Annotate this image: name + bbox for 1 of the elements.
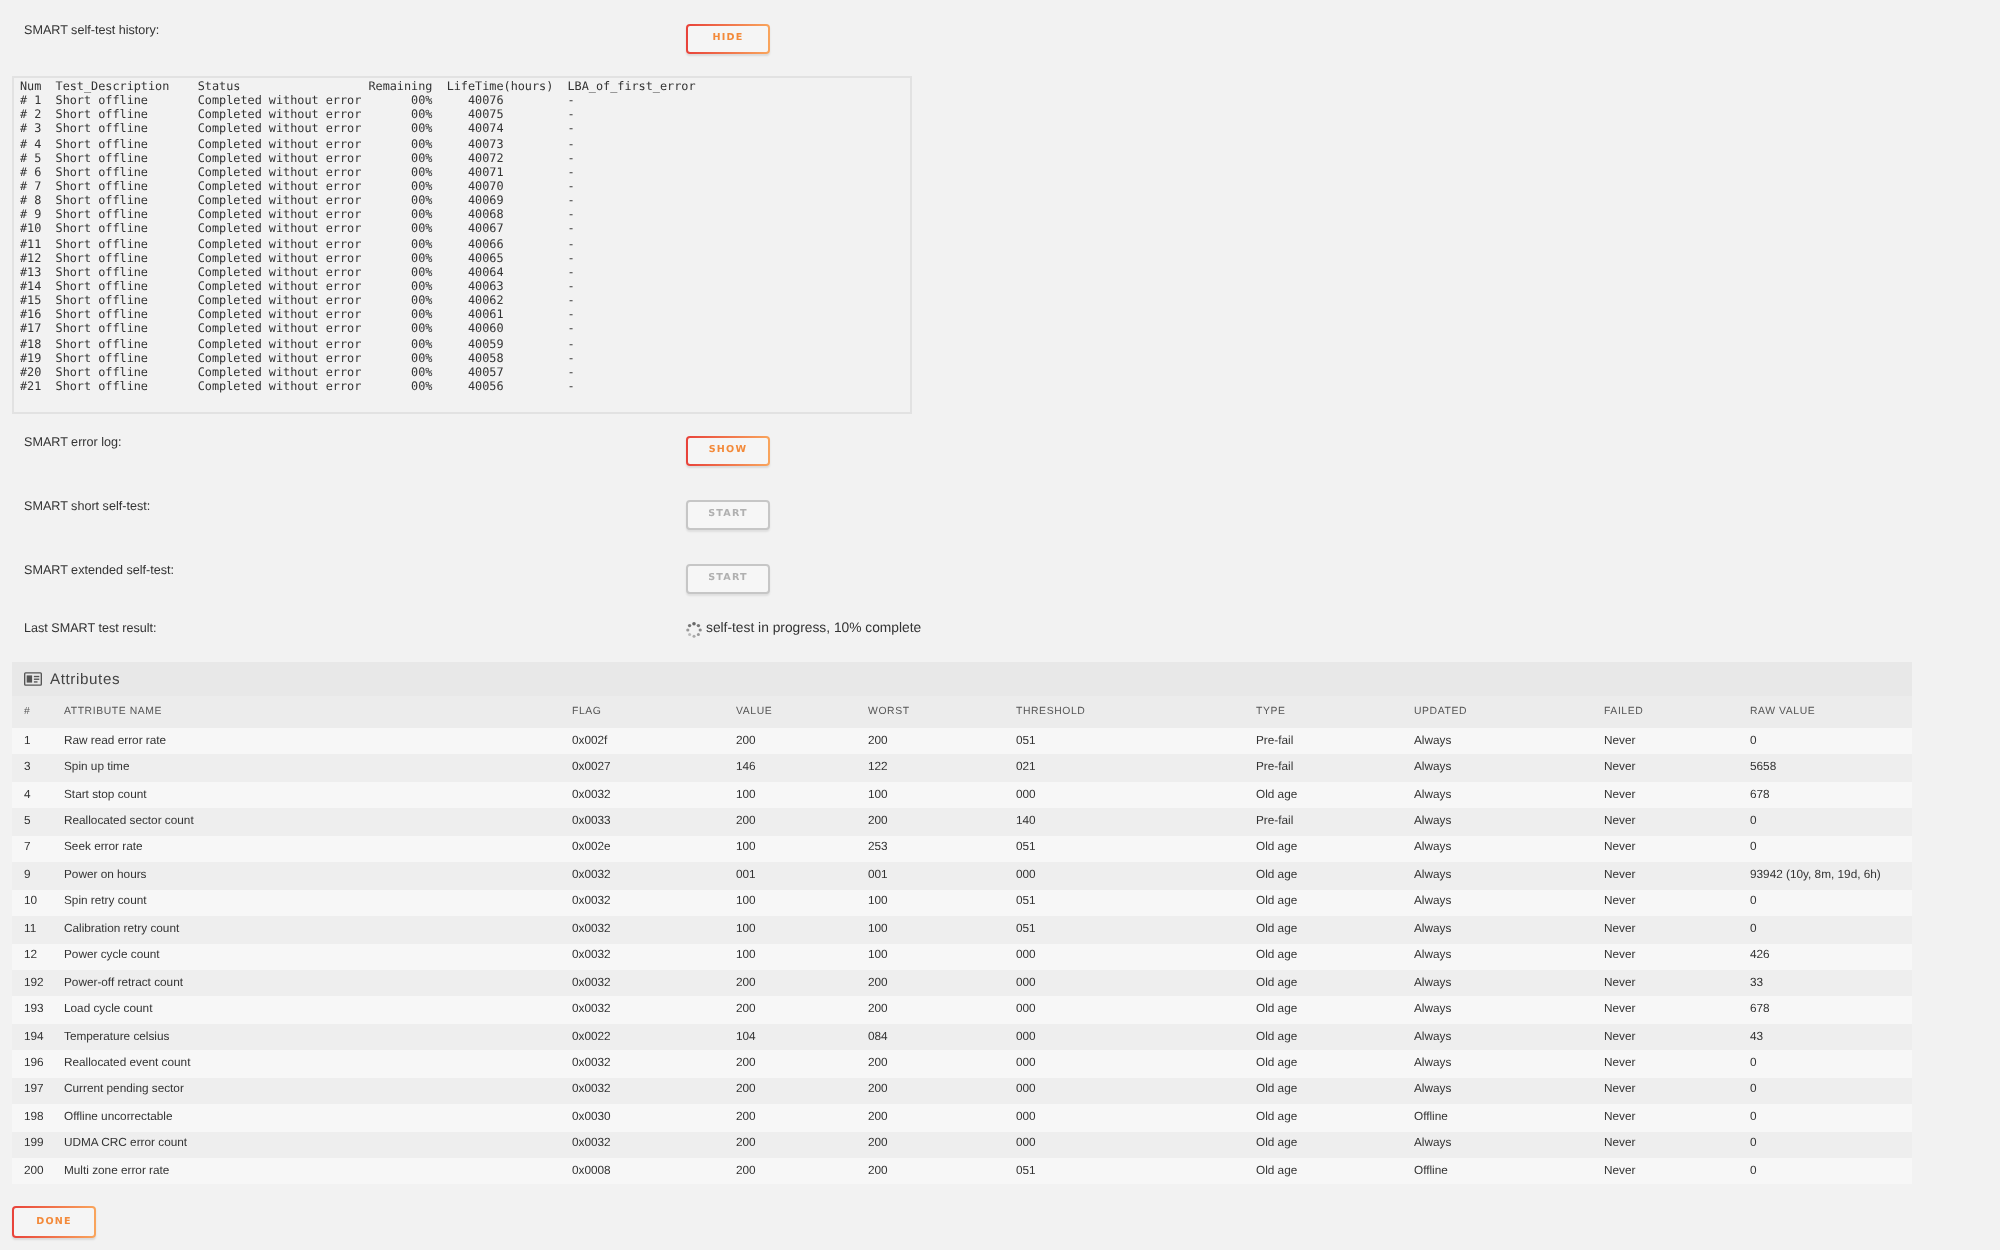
card-icon	[24, 672, 42, 686]
